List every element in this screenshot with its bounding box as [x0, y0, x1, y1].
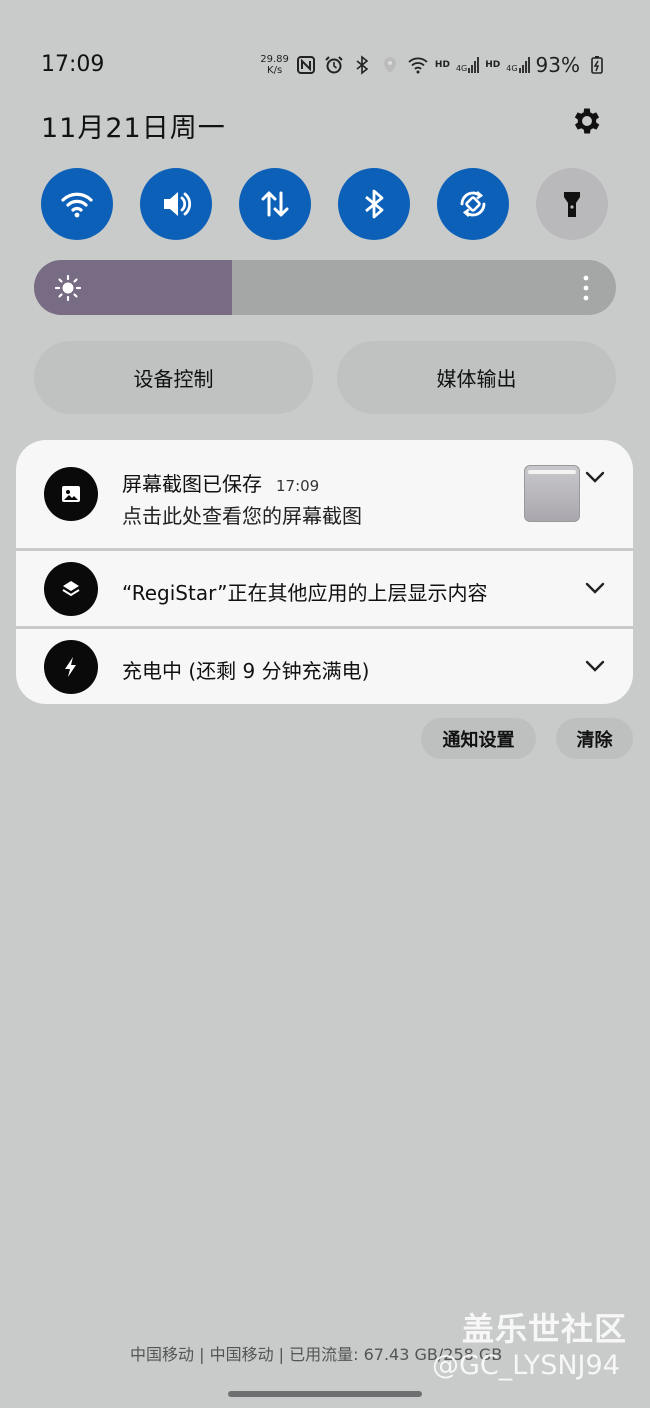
home-indicator[interactable]: [228, 1391, 422, 1397]
quick-settings-tiles: [41, 168, 611, 240]
chevron-down-icon[interactable]: [584, 659, 606, 673]
notification-subtitle: 点击此处查看您的屏幕截图: [122, 504, 362, 528]
tile-bluetooth[interactable]: [338, 168, 410, 240]
notification-screenshot[interactable]: 屏幕截图已保存 17:09 点击此处查看您的屏幕截图: [16, 440, 633, 548]
notification-time: 17:09: [276, 477, 320, 495]
flashlight-icon: [564, 192, 580, 217]
clock: 17:09: [41, 52, 105, 77]
battery-percent: 93%: [535, 53, 580, 77]
notification-title: 屏幕截图已保存 17:09: [122, 468, 319, 497]
brightness-slider[interactable]: [34, 260, 616, 315]
location-icon: [379, 54, 401, 76]
network-type-1: 4G: [455, 64, 468, 73]
layers-icon: [44, 562, 98, 616]
settings-button[interactable]: [570, 104, 604, 138]
watermark-handle: @GC_LYSNJ94: [432, 1350, 620, 1381]
more-options-icon[interactable]: [582, 275, 590, 301]
date-label: 11月21日周一: [41, 113, 226, 144]
wifi-icon: [407, 54, 429, 76]
bluetooth-icon: [351, 54, 373, 76]
battery-charging-icon: [586, 54, 608, 76]
notification-settings-button[interactable]: 通知设置: [421, 718, 536, 759]
hd-indicator-1: HD: [434, 60, 450, 70]
network-speed: 29.89 K/s: [260, 54, 289, 76]
notification-title-text: 屏幕截图已保存: [122, 472, 262, 496]
network-speed-unit: K/s: [267, 65, 283, 76]
tile-sound[interactable]: [140, 168, 212, 240]
tile-auto-rotate[interactable]: [437, 168, 509, 240]
sun-icon: [54, 274, 82, 302]
chevron-down-icon[interactable]: [584, 581, 606, 595]
chevron-down-icon[interactable]: [584, 470, 606, 484]
tile-wifi[interactable]: [41, 168, 113, 240]
network-type-2: 4G: [506, 64, 518, 73]
status-icons: 29.89 K/s HD 4G HD 4G 93%: [260, 50, 608, 80]
media-output-button[interactable]: 媒体输出: [337, 341, 616, 414]
notification-charging[interactable]: 充电中 (还剩 9 分钟充满电): [16, 629, 633, 704]
image-icon: [44, 467, 98, 521]
notification-panel: 屏幕截图已保存 17:09 点击此处查看您的屏幕截图 “RegiStar”正在其他…: [16, 440, 633, 704]
notification-title: “RegiStar”正在其他应用的上层显示内容: [122, 581, 488, 605]
data-arrows-icon: [261, 191, 289, 217]
network-speed-value: 29.89: [260, 54, 289, 65]
status-bar: 17:09 29.89 K/s HD 4G HD 4G 93%: [0, 0, 650, 110]
signal-icon: 4G: [455, 57, 480, 73]
watermark-community: 盖乐世社区: [462, 1310, 628, 1348]
nfc-icon: [295, 54, 317, 76]
alarm-icon: [323, 54, 345, 76]
bluetooth-icon: [365, 189, 384, 219]
signal-icon-2: 4G: [506, 57, 530, 73]
device-control-button[interactable]: 设备控制: [34, 341, 313, 414]
tile-mobile-data[interactable]: [239, 168, 311, 240]
notification-overlay[interactable]: “RegiStar”正在其他应用的上层显示内容: [16, 551, 633, 626]
notification-title: 充电中 (还剩 9 分钟充满电): [122, 659, 370, 683]
clear-button[interactable]: 清除: [556, 718, 633, 759]
rotate-icon: [460, 191, 486, 217]
gear-icon: [574, 108, 600, 134]
wifi-icon: [61, 192, 93, 218]
tile-flashlight[interactable]: [536, 168, 608, 240]
bolt-icon: [44, 640, 98, 694]
hd-indicator-2: HD: [485, 60, 501, 70]
screenshot-thumbnail[interactable]: [524, 465, 580, 522]
speaker-icon: [164, 192, 192, 216]
